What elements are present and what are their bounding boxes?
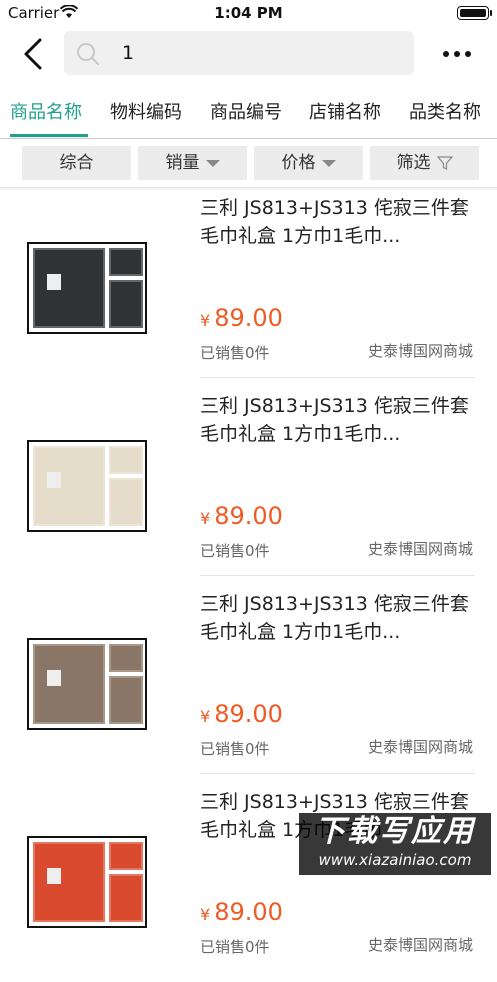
- product-price: ¥89.00: [200, 304, 283, 332]
- funnel-icon: [436, 156, 453, 170]
- product-image[interactable]: [27, 836, 147, 928]
- shop-name: 史泰博国网商城: [367, 936, 473, 954]
- product-title: 三利 JS813+JS313 侘寂三件套毛巾礼盒 1方巾1毛巾...: [200, 593, 469, 643]
- product-card[interactable]: 三利 JS813+JS313 侘寂三件套毛巾礼盒 1方巾1毛巾... ¥89.0…: [0, 190, 497, 388]
- search-query: 1: [122, 42, 135, 64]
- status-bar: Carrier 1:04 PM: [0, 0, 497, 26]
- product-image[interactable]: [27, 242, 147, 334]
- clock: 1:04 PM: [214, 4, 283, 22]
- battery-icon: [457, 6, 492, 20]
- search-icon: [77, 43, 99, 65]
- caret-down-icon: [205, 159, 220, 167]
- product-price: ¥89.00: [200, 502, 283, 530]
- currency-symbol: ¥: [200, 509, 211, 528]
- filter-label: 筛选: [396, 153, 431, 173]
- tab-product-name[interactable]: 商品名称: [10, 98, 82, 124]
- back-arrow-icon[interactable]: [20, 36, 50, 72]
- search-scope-tabs: 商品名称 物料编码 商品编号 店铺名称 品类名称: [0, 86, 497, 139]
- price-value: 89.00: [214, 700, 283, 728]
- shop-name: 史泰博国网商城: [367, 738, 473, 756]
- product-card[interactable]: 三利 JS813+JS313 侘寂三件套毛巾礼盒 1方巾1毛巾... ¥89.0…: [0, 586, 497, 784]
- sold-count: 已销售0件: [200, 938, 270, 956]
- sold-count: 已销售0件: [200, 344, 270, 362]
- sort-sales-label: 销量: [165, 153, 200, 173]
- watermark-url: www.xiazainiao.com: [318, 851, 472, 869]
- product-image[interactable]: [27, 638, 147, 730]
- caret-down-icon: [321, 159, 336, 167]
- tab-category-name[interactable]: 品类名称: [409, 98, 481, 124]
- sold-count: 已销售0件: [200, 542, 270, 560]
- watermark-title: 下载写应用: [315, 814, 475, 849]
- filter-button[interactable]: 筛选: [370, 146, 479, 180]
- search-input[interactable]: 1: [64, 31, 414, 75]
- sort-price-button[interactable]: 价格: [254, 146, 363, 180]
- divider: [200, 377, 475, 378]
- divider: [200, 575, 475, 576]
- sold-count: 已销售0件: [200, 740, 270, 758]
- sort-comprehensive-label: 综合: [59, 153, 94, 173]
- tab-material-code[interactable]: 物料编码: [110, 98, 182, 124]
- filter-bar: 综合 销量 价格 筛选: [0, 146, 497, 180]
- price-value: 89.00: [214, 898, 283, 926]
- product-price: ¥89.00: [200, 700, 283, 728]
- product-title: 三利 JS813+JS313 侘寂三件套毛巾礼盒 1方巾1毛巾...: [200, 395, 469, 445]
- product-title: 三利 JS813+JS313 侘寂三件套毛巾礼盒 1方巾1毛巾...: [200, 197, 469, 247]
- active-tab-indicator: [10, 134, 88, 137]
- price-value: 89.00: [214, 502, 283, 530]
- product-price: ¥89.00: [200, 898, 283, 926]
- tab-shop-name[interactable]: 店铺名称: [309, 98, 381, 124]
- tab-product-number[interactable]: 商品编号: [210, 98, 282, 124]
- nav-bar: 1: [0, 26, 497, 82]
- watermark-logo: 下载写应用 www.xiazainiao.com: [299, 813, 491, 875]
- currency-symbol: ¥: [200, 905, 211, 924]
- product-card[interactable]: 三利 JS813+JS313 侘寂三件套毛巾礼盒 1方巾1毛巾... ¥89.0…: [0, 388, 497, 586]
- sort-price-label: 价格: [281, 153, 316, 173]
- divider: [200, 773, 475, 774]
- shop-name: 史泰博国网商城: [367, 540, 473, 558]
- shop-name: 史泰博国网商城: [367, 342, 473, 360]
- more-options-icon[interactable]: [443, 51, 471, 57]
- sort-sales-button[interactable]: 销量: [138, 146, 247, 180]
- sort-comprehensive-button[interactable]: 综合: [22, 146, 131, 180]
- price-value: 89.00: [214, 304, 283, 332]
- currency-symbol: ¥: [200, 311, 211, 330]
- currency-symbol: ¥: [200, 707, 211, 726]
- product-image[interactable]: [27, 440, 147, 532]
